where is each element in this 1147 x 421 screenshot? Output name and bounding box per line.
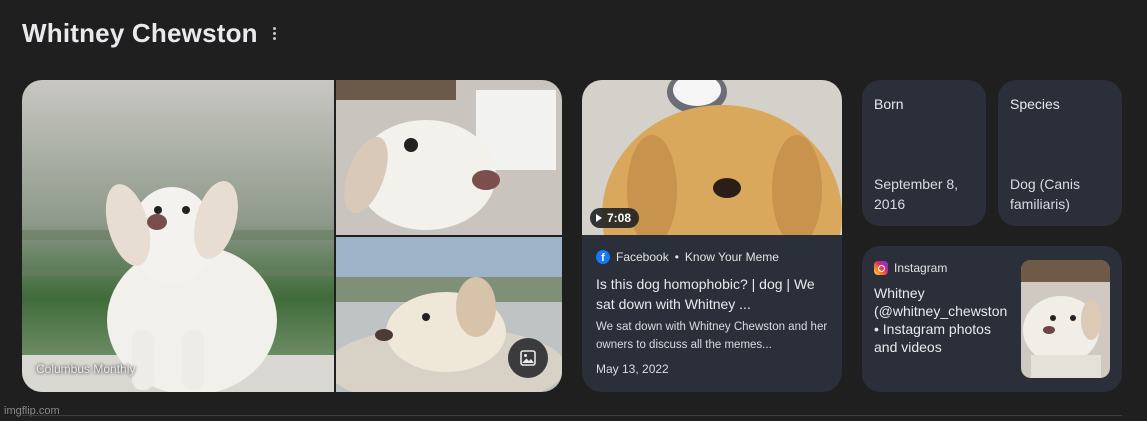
dog-photo-bed[interactable] xyxy=(326,237,562,392)
image-gallery: Columbus Monthly xyxy=(22,80,562,392)
divider xyxy=(22,415,1122,416)
instagram-title[interactable]: Whitney (@whitney_chewston • Instagram p… xyxy=(874,284,1014,356)
dog-photo-closeup[interactable] xyxy=(336,80,562,235)
video-source-name: Facebook xyxy=(616,250,669,264)
image-icon xyxy=(520,350,536,366)
fact-label: Born xyxy=(874,96,904,112)
image-credit: Columbus Monthly xyxy=(36,362,136,376)
instagram-source: Instagram xyxy=(874,261,947,275)
play-icon xyxy=(596,214,602,222)
knowledge-panel-header: Whitney Chewston xyxy=(22,18,284,49)
instagram-result-card[interactable]: Instagram Whitney (@whitney_chewston • I… xyxy=(862,246,1122,392)
video-source: f Facebook • Know Your Meme xyxy=(596,250,779,264)
dog-photo-main[interactable]: Columbus Monthly xyxy=(22,80,334,392)
video-duration-badge: 7:08 xyxy=(590,208,640,228)
facebook-icon: f xyxy=(596,250,610,264)
fact-label: Species xyxy=(1010,96,1060,112)
instagram-icon xyxy=(874,261,888,275)
video-date: May 13, 2022 xyxy=(596,362,669,376)
fact-card-species[interactable]: Species Dog (Canis familiaris) xyxy=(998,80,1122,226)
more-images-button[interactable] xyxy=(508,338,548,378)
fact-card-born[interactable]: Born September 8, 2016 xyxy=(862,80,986,226)
more-options-icon[interactable] xyxy=(266,22,284,46)
fact-value: September 8, 2016 xyxy=(874,176,959,212)
video-snippet: We sat down with Whitney Chewston and he… xyxy=(596,321,828,351)
video-duration: 7:08 xyxy=(607,211,632,225)
video-result-card[interactable]: 7:08 f Facebook • Know Your Meme Is this… xyxy=(582,80,842,392)
source-separator: • xyxy=(674,250,679,264)
page-title: Whitney Chewston xyxy=(22,18,258,48)
fact-value: Dog (Canis familiaris) xyxy=(1010,176,1081,212)
video-title[interactable]: Is this dog homophobic? | dog | We sat d… xyxy=(596,274,832,314)
instagram-source-name: Instagram xyxy=(894,261,948,275)
video-site-name: Know Your Meme xyxy=(684,250,779,264)
instagram-thumbnail[interactable] xyxy=(1021,260,1110,378)
